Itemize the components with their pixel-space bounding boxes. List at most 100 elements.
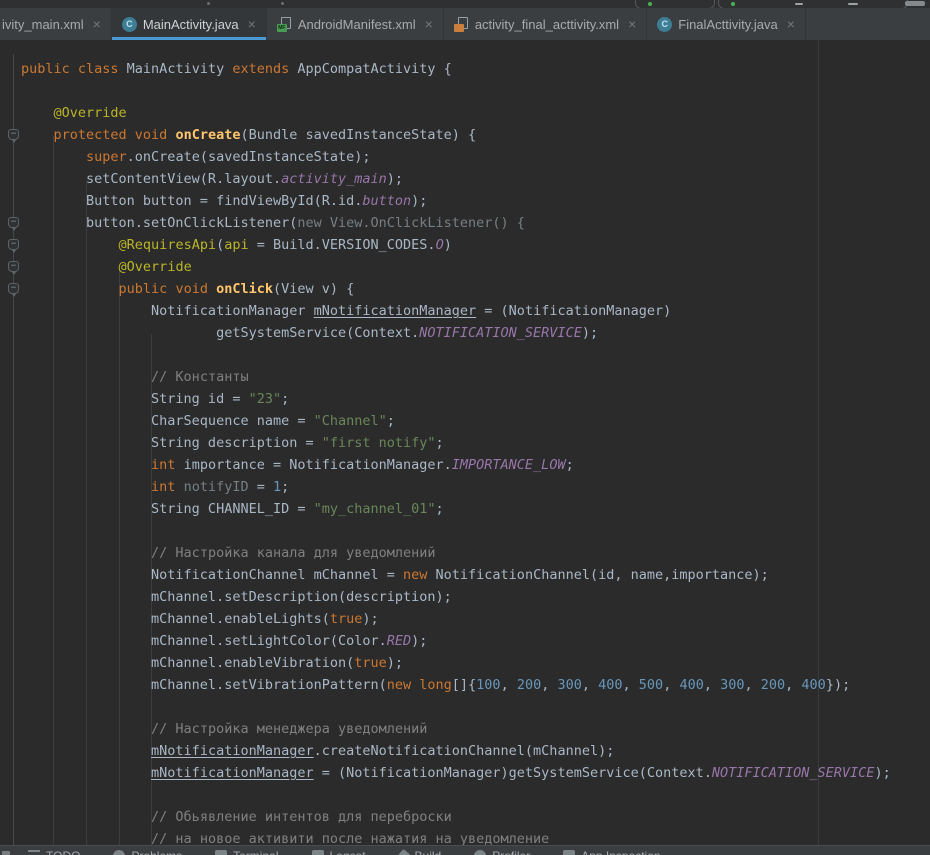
file-icon-badge: MF xyxy=(277,24,287,32)
code-token: 400 xyxy=(801,677,825,693)
code-token: (View v) { xyxy=(273,281,354,297)
code-token: onClick xyxy=(216,281,273,297)
code-line: @RequiresApi(api = Build.VERSION_CODES.O… xyxy=(21,234,891,256)
code-token: ); xyxy=(387,655,403,671)
fold-marker[interactable]: − xyxy=(8,261,19,272)
toolwindow-button-app-inspection[interactable]: App Inspection xyxy=(563,849,660,855)
tab-FinalActtivity.java[interactable]: C FinalActtivity.java × xyxy=(647,8,806,40)
tab-AndroidManifest.xml[interactable]: MFAndroidManifest.xml× xyxy=(267,8,444,40)
fold-marker[interactable]: − xyxy=(8,217,19,228)
code-token: public void xyxy=(119,281,208,297)
code-token: 300 xyxy=(720,677,744,693)
tool-window-bar: TODO Problems Terminal Logcat Build Profiler A… xyxy=(0,845,930,855)
file-icon-badge xyxy=(454,24,464,32)
code-token: CharSequence name = xyxy=(21,413,314,429)
code-line: setContentView(R.layout.activity_main); xyxy=(21,168,891,190)
tab-label: FinalActtivity.java xyxy=(678,17,777,32)
toolwindow-button-todo[interactable]: TODO xyxy=(28,849,80,855)
toolwindow-button-label: App Inspection xyxy=(581,849,660,855)
code-token: ) xyxy=(444,237,452,253)
code-token: public class xyxy=(21,61,119,77)
code-token: super xyxy=(86,149,127,165)
code-token: RED xyxy=(387,633,411,649)
code-token: "my_channel_01" xyxy=(314,501,436,517)
code-token: protected void xyxy=(54,127,168,143)
window-stub-icon xyxy=(2,851,10,855)
fold-marker[interactable]: − xyxy=(8,283,19,294)
fold-marker[interactable]: − xyxy=(8,129,19,140)
code-token: extends xyxy=(232,61,289,77)
fold-marker[interactable]: − xyxy=(8,239,19,250)
close-icon[interactable]: × xyxy=(628,17,636,31)
toolwindow-button-logcat[interactable]: Logcat xyxy=(312,849,366,855)
code-token: ; xyxy=(281,391,289,407)
toolwindow-button-terminal[interactable]: Terminal xyxy=(215,849,278,855)
code-token: api xyxy=(224,237,248,253)
toolwindow-button-label: Build xyxy=(415,849,442,855)
code-line: String description = "first notify"; xyxy=(21,432,891,454)
code-token: NotificationChannel mChannel = xyxy=(21,567,403,583)
code-token: 200 xyxy=(761,677,785,693)
toolwindow-button-build[interactable]: Build xyxy=(399,849,442,855)
code-token xyxy=(21,237,119,253)
run-status-dot xyxy=(731,2,735,6)
code-token: mChannel.enableLights( xyxy=(21,611,330,627)
code-token: ; xyxy=(436,501,444,517)
code-line xyxy=(21,696,891,718)
code-token: @Override xyxy=(119,259,192,275)
code-line: int importance = NotificationManager.IMP… xyxy=(21,454,891,476)
java-class-icon: C xyxy=(657,17,672,32)
code-editor[interactable]: public class MainActivity extends AppCom… xyxy=(0,40,930,845)
code-token: .onCreate(savedInstanceState); xyxy=(127,149,371,165)
code-token: , xyxy=(663,677,679,693)
code-token: "Channel" xyxy=(314,413,387,429)
code-token: 100 xyxy=(476,677,500,693)
code-line: mNotificationManager.createNotificationC… xyxy=(21,740,891,762)
code-token: NOTIFICATION_SERVICE xyxy=(419,325,582,341)
code-token: ); xyxy=(874,765,890,781)
toolbar-dot xyxy=(207,2,210,5)
toolwindow-button-problems[interactable]: Problems xyxy=(113,849,182,855)
toolwindow-button-label: Terminal xyxy=(233,849,278,855)
code-token: mChannel.setLightColor(Color. xyxy=(21,633,387,649)
close-icon[interactable]: × xyxy=(787,17,795,31)
code-token: // Константы xyxy=(151,369,249,385)
code-line: // Константы xyxy=(21,366,891,388)
code-token: int xyxy=(151,479,175,495)
build-icon xyxy=(396,849,410,855)
tab-MainActivity.java[interactable]: CMainActivity.java× xyxy=(112,8,267,40)
code-line: NotificationManager mNotificationManager… xyxy=(21,300,891,322)
code-token: ; xyxy=(281,479,289,495)
close-icon[interactable]: × xyxy=(93,17,101,31)
app-inspection-icon xyxy=(563,850,575,855)
close-icon[interactable]: × xyxy=(425,17,433,31)
code-token: mNotificationManager xyxy=(314,303,477,319)
code-token: ); xyxy=(411,633,427,649)
code-token xyxy=(21,281,119,297)
code-line: @Override xyxy=(21,102,891,124)
code-token: onCreate xyxy=(175,127,240,143)
profiler-icon xyxy=(474,850,486,855)
code-token: = (NotificationManager)getSystemService(… xyxy=(314,765,712,781)
toolwindow-button-profiler[interactable]: Profiler xyxy=(474,849,530,855)
code-token: ; xyxy=(566,457,574,473)
code-line: public void onClick(View v) { xyxy=(21,278,891,300)
tab-ivity_main.xml[interactable]: ivity_main.xml× xyxy=(0,8,112,40)
code-token: , xyxy=(582,677,598,693)
tab-activity_final_acttivity.xml[interactable]: activity_final_acttivity.xml× xyxy=(444,8,647,40)
code-token xyxy=(21,479,151,495)
todo-icon xyxy=(28,850,40,855)
code-token: }); xyxy=(826,677,850,693)
code-token: mChannel.setDescription(description); xyxy=(21,589,452,605)
close-icon[interactable]: × xyxy=(248,17,256,31)
code-token: // Обьявление интентов для переброски xyxy=(151,809,452,825)
terminal-icon xyxy=(215,850,227,855)
tab-bar: ivity_main.xml×CMainActivity.java×MFAndr… xyxy=(0,8,930,41)
code-token: O xyxy=(436,237,444,253)
code-token: MainActivity xyxy=(119,61,233,77)
tab-label: MainActivity.java xyxy=(143,17,239,32)
code-line xyxy=(21,784,891,806)
code-token: // Настройка канала для уведомлений xyxy=(151,545,435,561)
code-token: NotificationChannel(id, name,importance)… xyxy=(427,567,768,583)
code-token: new xyxy=(403,567,427,583)
